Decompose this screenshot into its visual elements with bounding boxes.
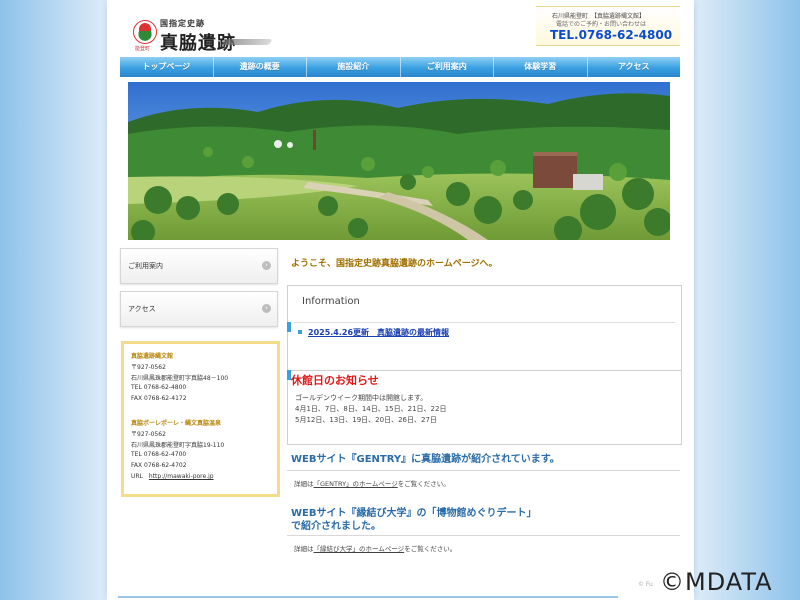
contact-phone[interactable]: TEL.0768-62-4800 (550, 28, 672, 42)
contact-note: 電話でのご予約・お問い合わせは (556, 21, 647, 28)
museum-fax: FAX 0768-62-4172 (131, 395, 187, 402)
onsen-fax: FAX 0768-62-4702 (131, 462, 187, 469)
nav-item-top[interactable]: トップページ (120, 57, 214, 77)
sidebar-item-access[interactable]: アクセス › (120, 291, 278, 327)
welcome-heading: ようこそ、国指定史跡真脇遺跡のホームページへ。 (291, 259, 498, 269)
nav-item-experience[interactable]: 体験学習 (494, 57, 588, 77)
enmusubi-link[interactable]: 「縁結び大学」のホームページ (314, 545, 405, 553)
nav-item-guide[interactable]: ご利用案内 (401, 57, 494, 77)
onsen-url-link[interactable]: http://mawaki-pore.jp (149, 473, 214, 480)
gentry-detail: 詳細は「GENTRY」のホームページをご覧ください。 (294, 478, 450, 488)
onsen-url-row: URL http://mawaki-pore.jp (131, 473, 214, 480)
bullet-icon (298, 330, 302, 334)
hero-image (128, 82, 670, 240)
detail-prefix: 詳細は (294, 545, 314, 553)
divider (287, 470, 680, 471)
sidebar-item-label: ご利用案内 (128, 262, 163, 270)
divider (287, 535, 680, 536)
section-marker (287, 322, 291, 332)
information-heading: Information (302, 296, 360, 307)
logo-town-label: 能登町 (135, 46, 151, 52)
chevron-circle-icon: › (262, 304, 271, 313)
onsen-address: 石川県鳳珠郡能登町字真脇19-110 (131, 442, 225, 449)
nav-item-access[interactable]: アクセス (588, 57, 681, 77)
onsen-title: 真脇ポーレポーレ・縄文真脇温泉 (131, 420, 222, 427)
enmusubi-heading-line1: WEBサイト『縁結び大学』の「博物館めぐりデート」 (291, 508, 537, 519)
news-link[interactable]: 2025.4.26更新 真脇遺跡の最新情報 (308, 327, 449, 338)
url-label: URL (131, 473, 143, 480)
footer-divider (118, 596, 618, 598)
nav-item-facilities[interactable]: 施設紹介 (307, 57, 401, 77)
museum-title: 真脇遺跡縄文館 (131, 353, 174, 360)
faint-watermark: © Fu (638, 581, 653, 588)
gentry-link[interactable]: 「GENTRY」のホームページ (314, 480, 398, 488)
main-nav: トップページ 遺跡の概要 施設紹介 ご利用案内 体験学習 アクセス (120, 57, 680, 77)
detail-prefix: 詳細は (294, 480, 314, 488)
town-emblem-icon (133, 20, 157, 44)
logo-brush-stroke (221, 39, 273, 45)
closed-days-april: 4月1日、7日、8日、14日、15日、21日、22日 (295, 405, 447, 413)
chevron-circle-icon: › (262, 261, 271, 270)
closed-days-may: 5月12日、13日、19日、20日、26日、27日 (295, 416, 437, 424)
copyright-watermark: ©MDATA (660, 568, 773, 596)
enmusubi-detail: 詳細は「縁結び大学」のホームページをご覧ください。 (294, 543, 456, 553)
information-box: Information 2025.4.26更新 真脇遺跡の最新情報 (287, 285, 682, 373)
enmusubi-heading: WEBサイト『縁結び大学』の「博物館めぐりデート」 で紹介されました。 (291, 507, 536, 533)
museum-postal: 〒927-0562 (131, 364, 166, 371)
closed-days-title: 休館日のお知らせ (291, 374, 379, 387)
detail-suffix: をご覧ください。 (404, 545, 457, 553)
detail-suffix: をご覧ください。 (397, 480, 450, 488)
nav-item-overview[interactable]: 遺跡の概要 (214, 57, 307, 77)
divider (294, 322, 675, 323)
museum-address: 石川県鳳珠郡能登町字真脇48－100 (131, 375, 229, 382)
facility-info-box: 真脇遺跡縄文館 〒927-0562 石川県鳳珠郡能登町字真脇48－100 TEL… (121, 341, 280, 497)
sidebar-item-label: アクセス (128, 305, 156, 313)
onsen-postal: 〒927-0562 (131, 431, 166, 438)
museum-tel: TEL 0768-62-4800 (131, 384, 187, 391)
enmusubi-heading-line2: で紹介されました。 (291, 521, 381, 532)
site-logo[interactable]: 能登町 国指定史跡 真脇遺跡 (133, 18, 273, 54)
sidebar-item-guide[interactable]: ご利用案内 › (120, 248, 278, 284)
gentry-heading: WEBサイト『GENTRY』に真脇遺跡が紹介されています。 (291, 454, 560, 465)
logo-subtitle: 国指定史跡 (160, 19, 205, 28)
closed-days-note: ゴールデンウイーク期間中は開館します。 (295, 394, 428, 402)
onsen-tel: TEL 0768-62-4700 (131, 451, 187, 458)
contact-box: 石川県能登町 【真脇遺跡縄文館】 電話でのご予約・お問い合わせは TEL.076… (536, 6, 680, 46)
